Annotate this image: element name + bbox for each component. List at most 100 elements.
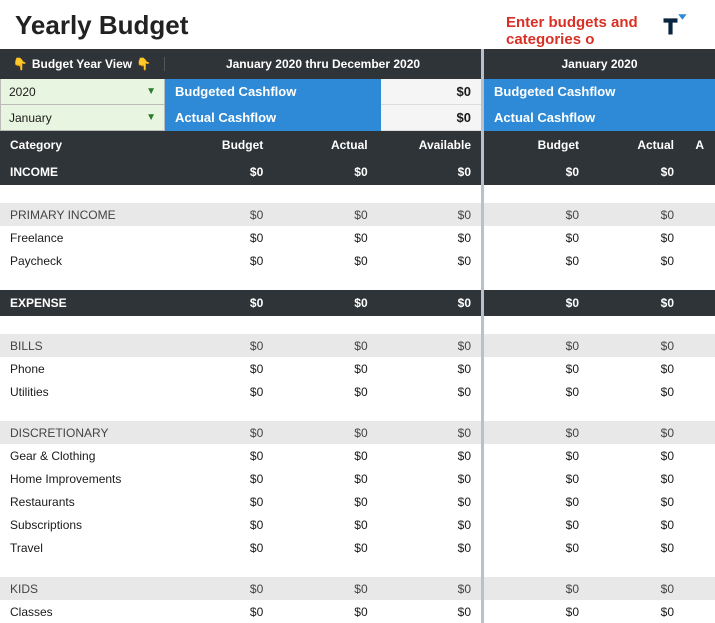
value-cell[interactable]: $0 (378, 362, 481, 376)
category-cell[interactable]: Classes (0, 605, 164, 619)
value-cell[interactable]: $0 (378, 605, 481, 619)
value-cell[interactable]: $0 (273, 605, 377, 619)
value-cell[interactable]: $0 (164, 449, 273, 463)
value-cell[interactable]: $0 (484, 254, 589, 268)
value-cell[interactable]: $0 (484, 339, 589, 353)
value-cell[interactable]: $0 (378, 541, 481, 555)
value-cell[interactable]: $0 (589, 472, 684, 486)
value-cell[interactable]: $0 (589, 254, 684, 268)
value-cell[interactable]: $0 (589, 208, 684, 222)
category-cell[interactable]: Travel (0, 541, 164, 555)
value-cell[interactable]: $0 (484, 518, 589, 532)
category-cell[interactable]: DISCRETIONARY (0, 426, 164, 440)
value-cell[interactable]: $0 (273, 541, 377, 555)
category-cell[interactable]: KIDS (0, 582, 164, 596)
value-cell[interactable]: $0 (484, 231, 589, 245)
category-cell[interactable]: Utilities (0, 385, 164, 399)
value-cell[interactable]: $0 (164, 472, 273, 486)
value-cell[interactable]: $0 (164, 541, 273, 555)
value-cell[interactable]: $0 (378, 472, 481, 486)
value-cell[interactable]: $0 (589, 605, 684, 619)
category-cell[interactable]: BILLS (0, 339, 164, 353)
value-cell[interactable]: $0 (378, 208, 481, 222)
value-cell[interactable]: $0 (273, 165, 377, 179)
value-cell[interactable]: $0 (164, 518, 273, 532)
value-cell[interactable]: $0 (273, 495, 377, 509)
category-cell[interactable]: EXPENSE (0, 296, 164, 310)
value-cell[interactable]: $0 (484, 541, 589, 555)
value-cell[interactable]: $0 (484, 582, 589, 596)
value-cell[interactable]: $0 (484, 208, 589, 222)
value-cell[interactable]: $0 (484, 449, 589, 463)
value-cell[interactable]: $0 (378, 296, 481, 310)
table-row: $0$0 (484, 334, 715, 357)
value-cell[interactable]: $0 (273, 208, 377, 222)
value-cell[interactable]: $0 (164, 231, 273, 245)
value-cell[interactable]: $0 (378, 518, 481, 532)
value-cell[interactable]: $0 (273, 362, 377, 376)
value-cell[interactable]: $0 (378, 449, 481, 463)
value-cell[interactable]: $0 (484, 385, 589, 399)
value-cell[interactable]: $0 (589, 426, 684, 440)
value-cell[interactable]: $0 (589, 541, 684, 555)
value-cell[interactable]: $0 (589, 339, 684, 353)
value-cell[interactable]: $0 (164, 208, 273, 222)
value-cell[interactable]: $0 (164, 582, 273, 596)
value-cell[interactable]: $0 (164, 254, 273, 268)
month-select[interactable]: January ▼ (0, 105, 165, 131)
category-cell[interactable]: Gear & Clothing (0, 449, 164, 463)
value-cell[interactable]: $0 (378, 254, 481, 268)
value-cell[interactable]: $0 (378, 339, 481, 353)
value-cell[interactable]: $0 (484, 472, 589, 486)
value-cell[interactable]: $0 (484, 296, 589, 310)
value-cell[interactable]: $0 (164, 495, 273, 509)
category-cell[interactable]: INCOME (0, 165, 164, 179)
value-cell[interactable]: $0 (378, 582, 481, 596)
value-cell[interactable]: $0 (589, 582, 684, 596)
value-cell[interactable]: $0 (164, 165, 273, 179)
value-cell[interactable]: $0 (484, 426, 589, 440)
value-cell[interactable]: $0 (378, 426, 481, 440)
value-cell[interactable]: $0 (164, 605, 273, 619)
category-cell[interactable]: Home Improvements (0, 472, 164, 486)
value-cell[interactable]: $0 (273, 426, 377, 440)
value-cell[interactable]: $0 (273, 449, 377, 463)
value-cell[interactable]: $0 (378, 165, 481, 179)
value-cell[interactable]: $0 (273, 296, 377, 310)
value-cell[interactable]: $0 (164, 385, 273, 399)
category-cell[interactable]: PRIMARY INCOME (0, 208, 164, 222)
value-cell[interactable]: $0 (378, 385, 481, 399)
value-cell[interactable]: $0 (164, 362, 273, 376)
value-cell[interactable]: $0 (164, 296, 273, 310)
value-cell[interactable]: $0 (589, 296, 684, 310)
value-cell[interactable]: $0 (589, 385, 684, 399)
value-cell[interactable]: $0 (273, 518, 377, 532)
value-cell[interactable]: $0 (164, 426, 273, 440)
value-cell[interactable]: $0 (484, 165, 589, 179)
year-select[interactable]: 2020 ▼ (0, 79, 165, 105)
category-cell[interactable]: Paycheck (0, 254, 164, 268)
value-cell[interactable]: $0 (273, 254, 377, 268)
category-cell[interactable]: Freelance (0, 231, 164, 245)
value-cell[interactable]: $0 (589, 495, 684, 509)
value-cell[interactable]: $0 (589, 518, 684, 532)
value-cell[interactable]: $0 (273, 231, 377, 245)
value-cell[interactable]: $0 (164, 339, 273, 353)
value-cell[interactable]: $0 (273, 472, 377, 486)
value-cell[interactable]: $0 (484, 605, 589, 619)
value-cell[interactable]: $0 (378, 231, 481, 245)
value-cell[interactable]: $0 (589, 449, 684, 463)
category-cell[interactable]: Restaurants (0, 495, 164, 509)
value-cell[interactable]: $0 (589, 362, 684, 376)
value-cell[interactable]: $0 (484, 362, 589, 376)
value-cell[interactable]: $0 (273, 582, 377, 596)
category-cell[interactable]: Subscriptions (0, 518, 164, 532)
value-cell[interactable]: $0 (589, 165, 684, 179)
value-cell[interactable]: $0 (378, 495, 481, 509)
category-cell[interactable]: Phone (0, 362, 164, 376)
value-cell[interactable]: $0 (484, 495, 589, 509)
value-cell[interactable]: $0 (273, 339, 377, 353)
table-row: INCOME$0$0$0 (0, 159, 481, 185)
value-cell[interactable]: $0 (273, 385, 377, 399)
value-cell[interactable]: $0 (589, 231, 684, 245)
